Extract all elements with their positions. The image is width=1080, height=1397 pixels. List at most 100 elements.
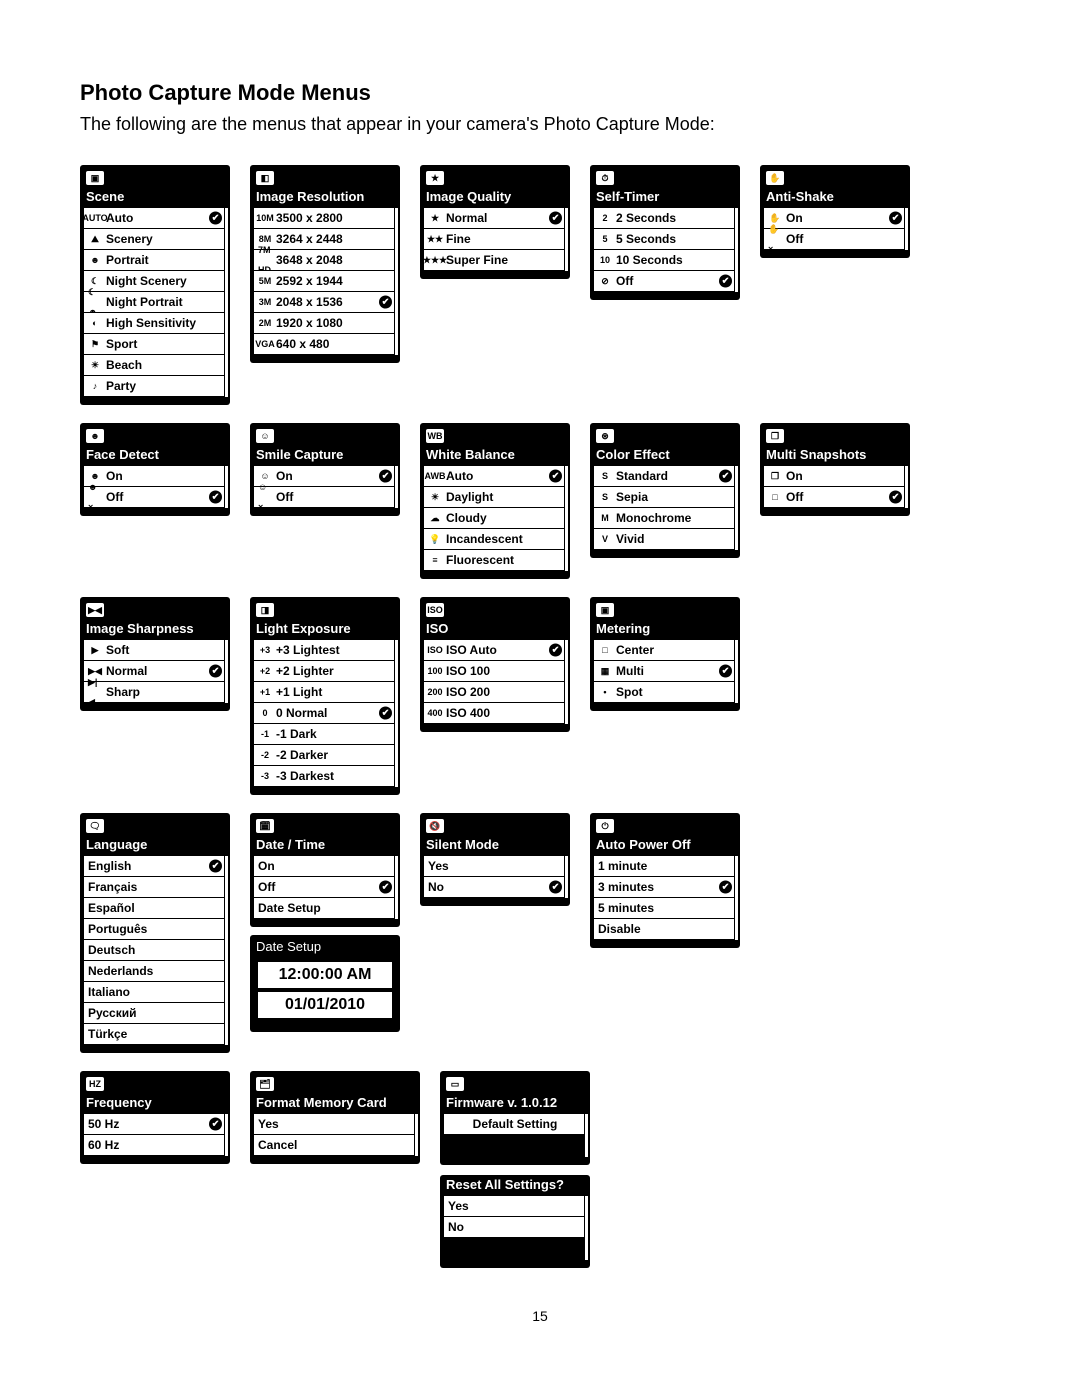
menu-item[interactable]: ◐High Sensitivity (84, 313, 226, 334)
menu-item[interactable]: Français (84, 877, 226, 898)
menu-item[interactable]: ★★Fine (424, 229, 566, 250)
menu-item[interactable]: ★★★Super Fine (424, 250, 566, 271)
menu-item[interactable]: ☀Daylight (424, 487, 566, 508)
menu-item[interactable]: 200ISO 200 (424, 682, 566, 703)
menu-item[interactable]: Italiano (84, 982, 226, 1003)
menu-item[interactable]: AUTOAuto (84, 208, 226, 229)
menu-item[interactable]: 💡Incandescent (424, 529, 566, 550)
menu-item[interactable]: -3-3 Darkest (254, 766, 396, 787)
menu-item-label: 3500 x 2800 (276, 208, 343, 228)
menu-item[interactable]: 60 Hz (84, 1135, 226, 1156)
menu-item[interactable]: ★Normal (424, 208, 566, 229)
menu-item[interactable]: 400ISO 400 (424, 703, 566, 724)
menu-item[interactable]: ✋×Off (764, 229, 906, 250)
menu-item[interactable]: Date Setup (254, 898, 396, 919)
menu-item[interactable]: 100ISO 100 (424, 661, 566, 682)
menu-item[interactable]: ≡Fluorescent (424, 550, 566, 571)
menu-item[interactable]: +3+3 Lightest (254, 640, 396, 661)
menu-item[interactable]: Español (84, 898, 226, 919)
menu-item[interactable]: Yes (444, 1196, 586, 1217)
date-setup-popup: Date Setup12:00:00 AM01/01/2010 (250, 935, 400, 1032)
menu-item[interactable]: 7M HD3648 x 2048 (254, 250, 396, 271)
menu-item[interactable]: 3M2048 x 1536 (254, 292, 396, 313)
menu-item[interactable]: ▦Multi (594, 661, 736, 682)
menu-item[interactable]: 1 minute (594, 856, 736, 877)
menu-item[interactable]: Off (254, 877, 396, 898)
menu-item[interactable]: VGA640 x 480 (254, 334, 396, 355)
menu-item[interactable]: On (254, 856, 396, 877)
menu-title: Auto Power Off (590, 835, 740, 856)
menu-title: Color Effect (590, 445, 740, 466)
menu-item[interactable]: ☾Night Scenery (84, 271, 226, 292)
menu-item[interactable]: 8M3264 x 2448 (254, 229, 396, 250)
menu-item[interactable]: +1+1 Light (254, 682, 396, 703)
menu-item-label: Incandescent (446, 529, 523, 549)
menu-title: Firmware v. 1.0.12 (440, 1093, 590, 1114)
menu-item[interactable]: ⛰Scenery (84, 229, 226, 250)
menu-item[interactable]: -1-1 Dark (254, 724, 396, 745)
menu-item[interactable]: Yes (254, 1114, 416, 1135)
menu-item[interactable]: 22 Seconds (594, 208, 736, 229)
menu-item[interactable]: ❐On (764, 466, 906, 487)
menu-item[interactable]: SStandard (594, 466, 736, 487)
menu-item[interactable]: ☻×Off (84, 487, 226, 508)
menu-item[interactable]: 55 Seconds (594, 229, 736, 250)
menu-item[interactable]: AWBAuto (424, 466, 566, 487)
menu-item[interactable]: ISOISO Auto (424, 640, 566, 661)
menu-item[interactable]: ☀Beach (84, 355, 226, 376)
menu-item[interactable]: Cancel (254, 1135, 416, 1156)
menu-item[interactable]: ☻On (84, 466, 226, 487)
date-setup-time[interactable]: 12:00:00 AM (258, 962, 392, 988)
item-icon: ≡ (428, 554, 442, 566)
menu-column: WBWhite BalanceAWBAuto☀Daylight☁Cloudy💡I… (420, 423, 570, 579)
menu-item[interactable]: ♪Party (84, 376, 226, 397)
menu-item[interactable]: 00 Normal (254, 703, 396, 724)
menu-item[interactable]: No (424, 877, 566, 898)
menu-item[interactable]: Deutsch (84, 940, 226, 961)
menu-item[interactable]: 2M1920 x 1080 (254, 313, 396, 334)
menu-item[interactable]: ⚑Sport (84, 334, 226, 355)
menu-item[interactable]: MMonochrome (594, 508, 736, 529)
menu-item-label: Off (276, 487, 293, 507)
menu-item[interactable]: -2-2 Darker (254, 745, 396, 766)
menu-item[interactable]: Português (84, 919, 226, 940)
menu-item[interactable]: 1010 Seconds (594, 250, 736, 271)
menu-item[interactable]: ⊘Off (594, 271, 736, 292)
menu-item[interactable]: ▶|◀Sharp (84, 682, 226, 703)
menu-item[interactable]: Yes (424, 856, 566, 877)
menu-item[interactable]: 3 minutes (594, 877, 736, 898)
menu-item[interactable]: ☾☻Night Portrait (84, 292, 226, 313)
menu-item[interactable]: 50 Hz (84, 1114, 226, 1135)
menu-item[interactable]: ☻Portrait (84, 250, 226, 271)
menu-item[interactable]: VVivid (594, 529, 736, 550)
menu-item[interactable]: •Spot (594, 682, 736, 703)
menu-item-label: Türkçe (88, 1024, 127, 1044)
menu-item[interactable]: 5M 2592 x 1944 (254, 271, 396, 292)
menu-column: ★Image Quality★Normal★★Fine★★★Super Fine (420, 165, 570, 279)
menu-column: ❐Multi Snapshots❐On□Off (760, 423, 910, 516)
date-setup-date[interactable]: 01/01/2010 (258, 992, 392, 1018)
menu-item[interactable]: 10M3500 x 2800 (254, 208, 396, 229)
item-icon: 5M (258, 275, 272, 287)
menu-item[interactable]: Русский (84, 1003, 226, 1024)
menu-item[interactable]: ☺On (254, 466, 396, 487)
menu-item[interactable]: No (444, 1217, 586, 1238)
menu-item[interactable]: ▶◀Normal (84, 661, 226, 682)
menu-item[interactable]: SSepia (594, 487, 736, 508)
menu-item-label: Auto (446, 466, 473, 486)
menu-item[interactable]: +2+2 Lighter (254, 661, 396, 682)
menu-item[interactable]: ▶Soft (84, 640, 226, 661)
menu-item[interactable]: ☁Cloudy (424, 508, 566, 529)
menu-item[interactable]: □Center (594, 640, 736, 661)
menu-item-label: 2592 x 1944 (276, 271, 343, 291)
menu-item[interactable]: 5 minutes (594, 898, 736, 919)
default-setting-button[interactable]: Default Setting (444, 1114, 586, 1135)
menu-item[interactable]: ☺×Off (254, 487, 396, 508)
menu-item[interactable]: Nederlands (84, 961, 226, 982)
menu-item-label: 0 Normal (276, 703, 327, 723)
menu-item[interactable]: Disable (594, 919, 736, 940)
menu-item[interactable]: Türkçe (84, 1024, 226, 1045)
menu-item[interactable]: English (84, 856, 226, 877)
menu-item[interactable]: ✋On (764, 208, 906, 229)
menu-item[interactable]: □Off (764, 487, 906, 508)
